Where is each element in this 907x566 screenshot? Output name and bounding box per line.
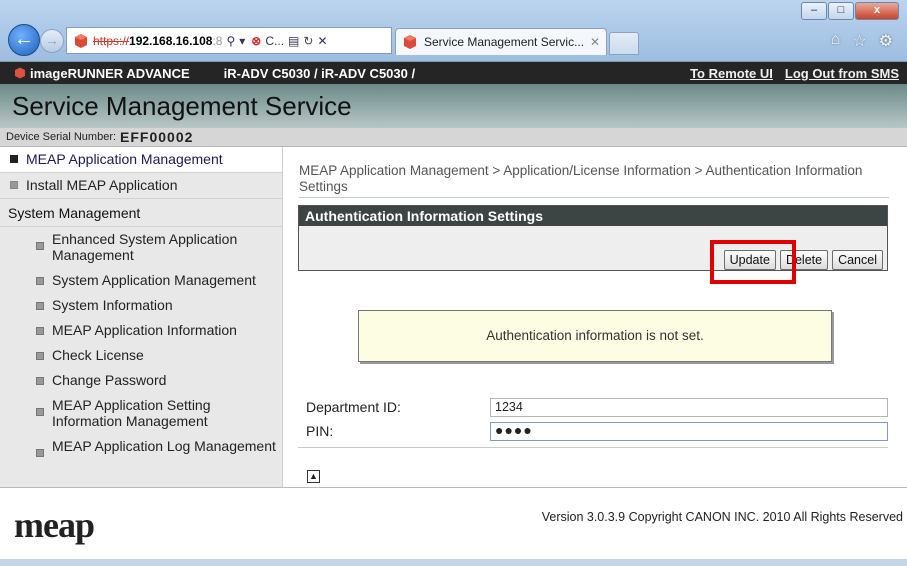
bullet-icon: [10, 181, 18, 189]
sidebar-item-meap-setting-info[interactable]: MEAP Application Setting Information Man…: [0, 393, 282, 434]
sidebar-item-label: System Application Management: [52, 272, 256, 288]
tab-close-icon[interactable]: ✕: [590, 35, 600, 49]
forward-button[interactable]: →: [40, 29, 64, 53]
stop-icon[interactable]: ✕: [317, 34, 327, 48]
certificate-error-label[interactable]: C...: [265, 34, 284, 48]
pin-label: PIN:: [306, 423, 334, 439]
divider: [298, 447, 888, 448]
breadcrumb: MEAP Application Management > Applicatio…: [299, 163, 889, 198]
sidebar-item-label: MEAP Application Log Management: [52, 438, 276, 454]
remote-ui-link[interactable]: To Remote UI: [690, 66, 773, 81]
back-button[interactable]: ←: [8, 24, 40, 56]
brand-name: imageRUNNER ADVANCE: [30, 65, 190, 81]
bullet-icon: [36, 352, 44, 360]
meap-logo: meap: [14, 505, 95, 545]
bullet-icon: [36, 242, 44, 250]
browser-toolbar-icons: ⌂ ☆ ⚙: [831, 31, 893, 51]
close-window-button[interactable]: x: [855, 2, 899, 20]
cancel-button[interactable]: Cancel: [832, 250, 883, 270]
url-host: 192.168.16.108: [129, 33, 213, 48]
canon-logo-icon: [15, 67, 25, 79]
scroll-to-top-icon[interactable]: ▲: [307, 470, 320, 483]
search-icon[interactable]: ⚲: [226, 34, 235, 48]
favorites-icon[interactable]: ☆: [852, 31, 866, 51]
sidebar-item-label: MEAP Application Management: [26, 151, 223, 167]
sidebar-item-change-password[interactable]: Change Password: [0, 368, 282, 393]
canon-favicon-icon: [75, 33, 87, 48]
bullet-icon: [36, 302, 44, 310]
bullet-icon: [36, 277, 44, 285]
browser-chrome: – □ x ← → https:// 192.168.16.108 :8 ⚲ ▾…: [0, 0, 907, 62]
canon-favicon-icon: [404, 35, 416, 49]
status-bar: [0, 559, 907, 566]
compat-view-icon[interactable]: ▤: [288, 34, 299, 48]
url-scheme: https://: [93, 33, 130, 48]
bullet-icon: [36, 408, 44, 416]
status-notice: Authentication information is not set.: [358, 310, 832, 362]
sidebar-item-enhanced-system-app[interactable]: Enhanced System Application Management: [0, 227, 282, 268]
update-highlight-box: [710, 240, 796, 284]
dropdown-icon[interactable]: ▾: [239, 34, 245, 48]
maximize-button[interactable]: □: [828, 2, 854, 20]
copyright-text: Version 3.0.3.9 Copyright CANON INC. 201…: [541, 510, 903, 524]
main-content: MEAP Application Management > Applicatio…: [284, 147, 907, 487]
sidebar-item-label: Change Password: [52, 372, 167, 388]
pin-field[interactable]: ●●●●: [490, 421, 888, 441]
tab-service-management[interactable]: Service Management Servic... ✕: [395, 28, 607, 55]
device-topbar: imageRUNNER ADVANCE iR-ADV C5030 / iR-AD…: [0, 62, 907, 84]
sidebar: MEAP Application Management Install MEAP…: [0, 147, 283, 487]
sidebar-item-label: MEAP Application Information: [52, 322, 237, 338]
sidebar-item-label: MEAP Application Setting Information Man…: [52, 397, 211, 429]
serial-label: Device Serial Number:: [6, 131, 117, 143]
serial-bar: Device Serial Number: EFF00002: [0, 128, 907, 147]
bullet-icon: [36, 327, 44, 335]
home-icon[interactable]: ⌂: [831, 31, 841, 51]
new-tab-button[interactable]: [609, 32, 639, 55]
refresh-icon[interactable]: ↻: [303, 34, 313, 48]
sidebar-item-system-information[interactable]: System Information: [0, 293, 282, 318]
sidebar-item-label: Install MEAP Application: [26, 177, 178, 193]
sidebar-section-system-management: System Management: [0, 199, 282, 227]
serial-value: EFF00002: [120, 129, 194, 145]
bullet-icon: [36, 449, 44, 457]
sidebar-item-check-license[interactable]: Check License: [0, 343, 282, 368]
logout-link[interactable]: Log Out from SMS: [785, 66, 899, 81]
department-id-field[interactable]: 1234: [490, 397, 888, 417]
page-title: Service Management Service: [0, 84, 907, 128]
sidebar-item-meap-app-log[interactable]: MEAP Application Log Management: [0, 434, 282, 462]
auth-settings-panel: Authentication Information Settings Upda…: [298, 205, 888, 271]
auth-form: Department ID: 1234 PIN: ●●●●: [298, 395, 888, 448]
panel-title: Authentication Information Settings: [299, 206, 887, 226]
tab-title: Service Management Servic...: [424, 35, 585, 49]
bullet-icon: [36, 377, 44, 385]
url-port: :8: [212, 33, 223, 48]
sidebar-item-label: System Information: [52, 297, 173, 313]
department-id-label: Department ID:: [306, 399, 401, 415]
minimize-button[interactable]: –: [801, 2, 827, 20]
sidebar-item-label: Enhanced System Application Management: [52, 231, 238, 263]
sidebar-item-install-meap[interactable]: Install MEAP Application: [0, 173, 282, 199]
footer: meap Version 3.0.3.9 Copyright CANON INC…: [0, 487, 907, 566]
certificate-error-icon[interactable]: ⊗: [251, 34, 261, 48]
bullet-icon: [10, 155, 18, 163]
device-model: iR-ADV C5030 / iR-ADV C5030 /: [223, 65, 416, 81]
tools-gear-icon[interactable]: ⚙: [879, 31, 893, 51]
sidebar-item-meap-app-management[interactable]: MEAP Application Management: [0, 147, 282, 173]
window-controls: – □ x: [800, 2, 899, 20]
sidebar-item-system-app[interactable]: System Application Management: [0, 268, 282, 293]
address-bar[interactable]: https:// 192.168.16.108 :8 ⚲ ▾ ⊗ C... ▤ …: [66, 27, 392, 54]
sidebar-item-label: Check License: [52, 347, 144, 363]
sidebar-item-meap-app-information[interactable]: MEAP Application Information: [0, 318, 282, 343]
